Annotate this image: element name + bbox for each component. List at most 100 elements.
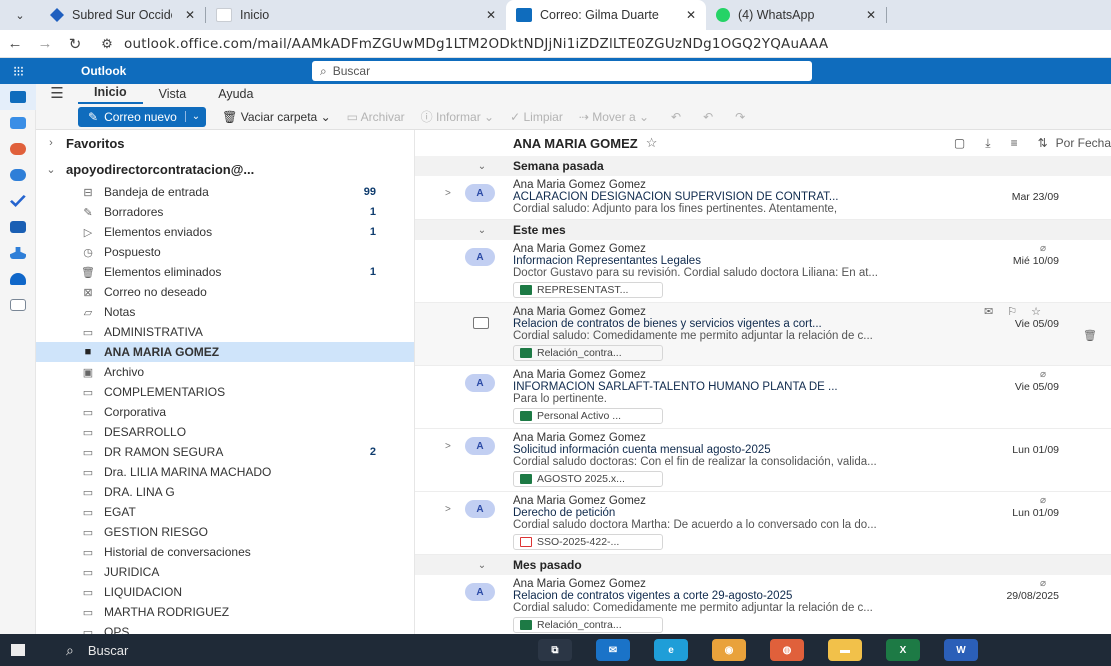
folder-item[interactable]: ▭ Historial de conversaciones [36, 542, 414, 562]
message-row[interactable]: > A Ana Maria Gomez Gomez Solicitud informa… [415, 429, 1111, 492]
reply-all-icon[interactable]: ↶ [703, 110, 713, 124]
forward-icon[interactable]: → [30, 35, 60, 52]
filter-icon[interactable]: ≡ [1011, 136, 1018, 150]
groups-icon[interactable] [0, 162, 36, 188]
app-launcher-icon[interactable]: ⁝⁝⁝ [0, 63, 36, 80]
attachment-chip[interactable]: SSO-2025-422-... [513, 534, 663, 550]
folder-item[interactable]: ▭ GESTION RIESGO [36, 522, 414, 542]
tab-ayuda[interactable]: Ayuda [202, 87, 269, 104]
more-apps-icon[interactable] [0, 292, 36, 318]
chevron-right-icon[interactable]: > [445, 188, 451, 199]
folder-item[interactable]: ⊠ Correo no deseado [36, 282, 414, 302]
people-icon[interactable] [0, 136, 36, 162]
date-group-header[interactable]: ⌄ Este mes [415, 220, 1111, 240]
folder-item[interactable]: ✎ Borradores 1 [36, 202, 414, 222]
site-settings-icon[interactable]: ⚙ [90, 36, 124, 52]
new-mail-button[interactable]: ✎ Correo nuevo ⌄ [78, 106, 207, 127]
message-row[interactable]: A Ana Maria Gomez Gomez INFORMACIÓN SARLAF… [415, 366, 1111, 429]
message-row[interactable]: A Ana Maria Gomez Gomez Informacion Repres… [415, 240, 1111, 303]
word-icon[interactable]: W [944, 639, 978, 661]
folder-item[interactable]: ▭ Dra. LILIA MARINA MACHADO [36, 462, 414, 482]
folder-item[interactable]: ▷ Elementos enviados 1 [36, 222, 414, 242]
close-tab-icon[interactable]: ✕ [856, 8, 876, 22]
windows-start-icon[interactable] [0, 644, 36, 656]
date-group-header[interactable]: ⌄ Mes pasado [415, 555, 1111, 575]
select-checkbox[interactable] [473, 317, 489, 329]
firefox-icon[interactable]: ◍ [770, 639, 804, 661]
file-explorer-icon[interactable]: ▬ [828, 639, 862, 661]
back-icon[interactable]: ← [0, 35, 30, 52]
hover-actions[interactable]: ✉⚐☆ [984, 305, 1055, 318]
menu-icon[interactable]: ☰ [36, 84, 78, 104]
calendar-icon[interactable] [0, 110, 36, 136]
attachment-chip[interactable]: Relación_contra... [513, 617, 663, 633]
folder-item[interactable]: ⊟ Bandeja de entrada 99 [36, 182, 414, 202]
cloud-icon[interactable] [0, 266, 36, 292]
new-mail-main[interactable]: ✎ Correo nuevo [78, 110, 185, 124]
move-to-button[interactable]: ⇢ Mover a ⌄ [579, 110, 649, 124]
browser-tab-inicio[interactable]: Inicio ✕ [206, 0, 506, 30]
mail-icon[interactable] [0, 84, 36, 110]
message-row[interactable]: > A Ana Maria Gomez Gomez Derecho de petici… [415, 492, 1111, 555]
folder-item[interactable]: ▭ COMPLEMENTARIOS [36, 382, 414, 402]
folder-item[interactable]: ▣ Archivo [36, 362, 414, 382]
browser-tab-subred[interactable]: Subred Sur Occidente ✕ [40, 0, 205, 30]
reply-icon[interactable]: ↶ [671, 110, 681, 124]
folder-item[interactable]: ■ ANA MARIA GOMEZ [36, 342, 414, 362]
close-tab-icon[interactable]: ✕ [476, 8, 496, 22]
account-section[interactable]: ⌄ apoyodirectorcontratacion@... [36, 156, 414, 182]
sort-icon[interactable]: ⇅ [1038, 136, 1048, 150]
folder-item[interactable]: ▭ EGAT [36, 502, 414, 522]
browser-tab-whatsapp[interactable]: (4) WhatsApp ✕ [706, 0, 886, 30]
delete-icon[interactable]: 🗑 [1083, 329, 1097, 342]
edge-icon[interactable]: e [654, 639, 688, 661]
message-row[interactable]: > A Ana Maria Gomez Gomez ACLARACIÓN DESIGN… [415, 176, 1111, 220]
flag-icon[interactable]: ⚐ [1007, 306, 1031, 318]
archive-button[interactable]: ▭ Archivar [347, 110, 405, 124]
attachment-chip[interactable]: REPRESENTAST... [513, 282, 663, 298]
attachment-chip[interactable]: Personal Activo ... [513, 408, 663, 424]
url-field[interactable]: outlook.office.com/mail/AAMkADFmZGUwMDg1… [124, 36, 1004, 52]
tab-vista[interactable]: Vista [143, 87, 203, 104]
browser-tab-outlook[interactable]: Correo: Gilma Duarte ✕ [506, 0, 706, 30]
report-button[interactable]: ⓘ Informar ⌄ [421, 108, 494, 125]
folder-item[interactable]: ▭ Corporativa [36, 402, 414, 422]
pin-icon[interactable]: ☆ [1031, 306, 1055, 318]
folder-item[interactable]: ▭ DESARROLLO [36, 422, 414, 442]
excel-icon[interactable]: X [886, 639, 920, 661]
close-tab-icon[interactable]: ✕ [676, 8, 696, 22]
mail-app-icon[interactable]: ✉ [596, 639, 630, 661]
taskbar-search[interactable]: ⌕ Buscar [66, 642, 526, 659]
close-tab-icon[interactable]: ✕ [175, 8, 195, 22]
mark-read-icon[interactable]: ✉ [984, 306, 1007, 318]
date-group-header[interactable]: ⌄ Semana pasada [415, 156, 1111, 176]
org-icon[interactable] [0, 240, 36, 266]
folder-item[interactable]: ▭ JURIDICA [36, 562, 414, 582]
message-row[interactable]: Ana Maria Gomez Gomez Relacion de contrat… [415, 303, 1111, 366]
reload-icon[interactable]: ↻ [60, 35, 90, 53]
search-box[interactable]: ⌕ Buscar [312, 61, 812, 81]
folder-item[interactable]: ▭ LIQUIDACION [36, 582, 414, 602]
chevron-right-icon[interactable]: > [445, 441, 451, 452]
forward-mail-icon[interactable]: ↷ [735, 110, 745, 124]
folder-item[interactable]: ▭ OPS [36, 622, 414, 634]
select-icon[interactable]: ▢ [954, 136, 965, 150]
tab-search-icon[interactable]: ⌄ [0, 9, 40, 22]
message-row[interactable]: A Ana Maria Gomez Gomez Relacion de contra… [415, 575, 1111, 634]
chevron-down-icon[interactable]: ⌄ [184, 111, 206, 122]
tab-inicio[interactable]: Inicio [78, 85, 143, 104]
sweep-button[interactable]: ✓ Limpiar [510, 110, 563, 124]
favorites-section[interactable]: › Favoritos [36, 130, 414, 156]
star-icon[interactable]: ☆ [646, 135, 658, 151]
folder-item[interactable]: ◷ Pospuesto [36, 242, 414, 262]
folder-item[interactable]: ▭ DR RAMON SEGURA 2 [36, 442, 414, 462]
onedrive-icon[interactable] [0, 214, 36, 240]
task-view-icon[interactable]: ⧉ [538, 639, 572, 661]
folder-item[interactable]: ▱ Notas [36, 302, 414, 322]
attachment-chip[interactable]: AGOSTO 2025.x... [513, 471, 663, 487]
chrome-icon[interactable]: ◉ [712, 639, 746, 661]
empty-folder-button[interactable]: 🗑 Vaciar carpeta ⌄ [222, 110, 330, 124]
folder-item[interactable]: ▭ MARTHA RODRIGUEZ [36, 602, 414, 622]
sort-label[interactable]: Por Fecha [1056, 136, 1111, 150]
jump-icon[interactable]: ⤓ [985, 136, 990, 151]
